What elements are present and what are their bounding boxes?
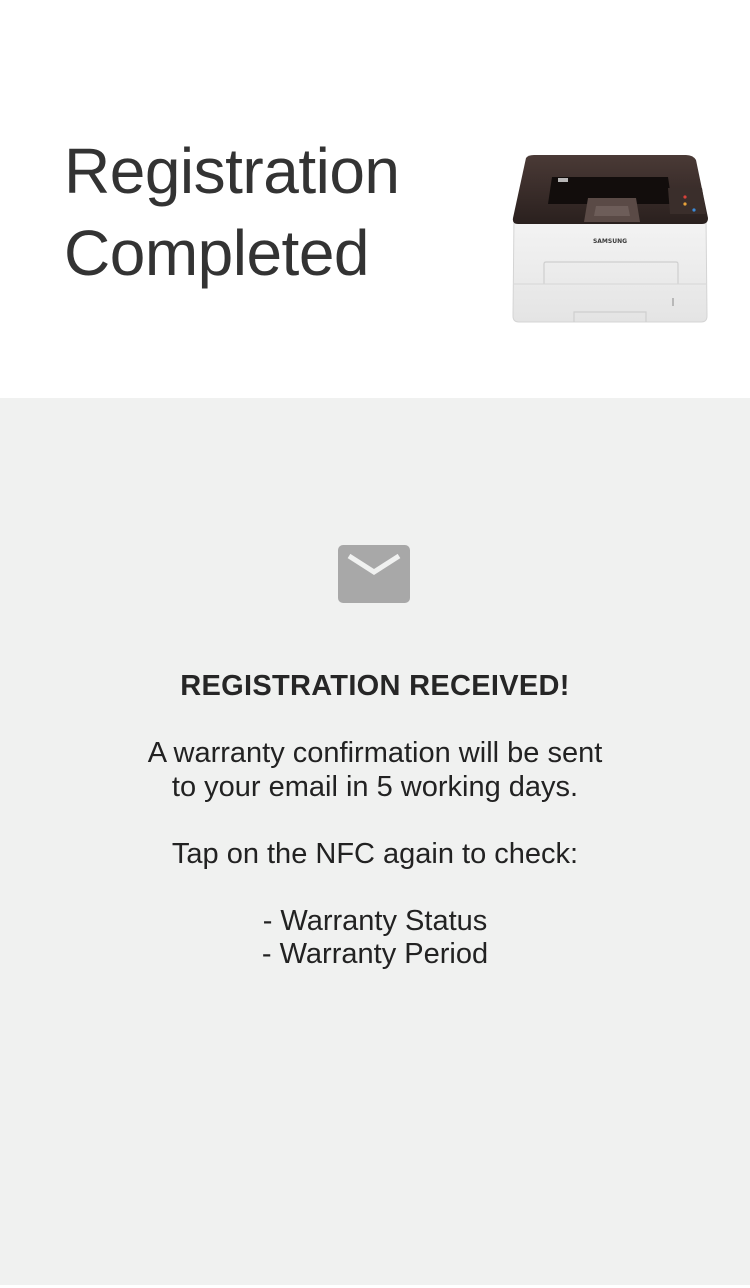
printer-image: SAMSUNG [512,155,708,323]
header: Registration Completed SAMSUNG [0,0,750,398]
confirmation-panel: REGISTRATION RECEIVED! A warranty confir… [0,398,750,1288]
check-item-warranty-status: - Warranty Status [262,904,488,937]
check-item-warranty-period: - Warranty Period [261,938,489,970]
brand-logo-text: SAMSUNG [593,238,627,245]
registration-received-heading: REGISTRATION RECEIVED! [180,670,570,702]
mail-icon [338,545,410,603]
confirmation-text-line-1: A warranty confirmation will be sent [147,737,603,769]
confirmation-text-line-2: to your email in 5 working days. [171,770,579,803]
page-title: Registration Completed [64,130,400,294]
title-line-2: Completed [64,217,369,289]
title-line-1: Registration [64,135,400,207]
confirmation-message: REGISTRATION RECEIVED! A warranty confir… [0,670,750,972]
registration-complete-screen: Registration Completed SAMSUNG REGISTRAT… [0,0,750,1288]
nfc-prompt: Tap on the NFC again to check: [171,837,579,870]
